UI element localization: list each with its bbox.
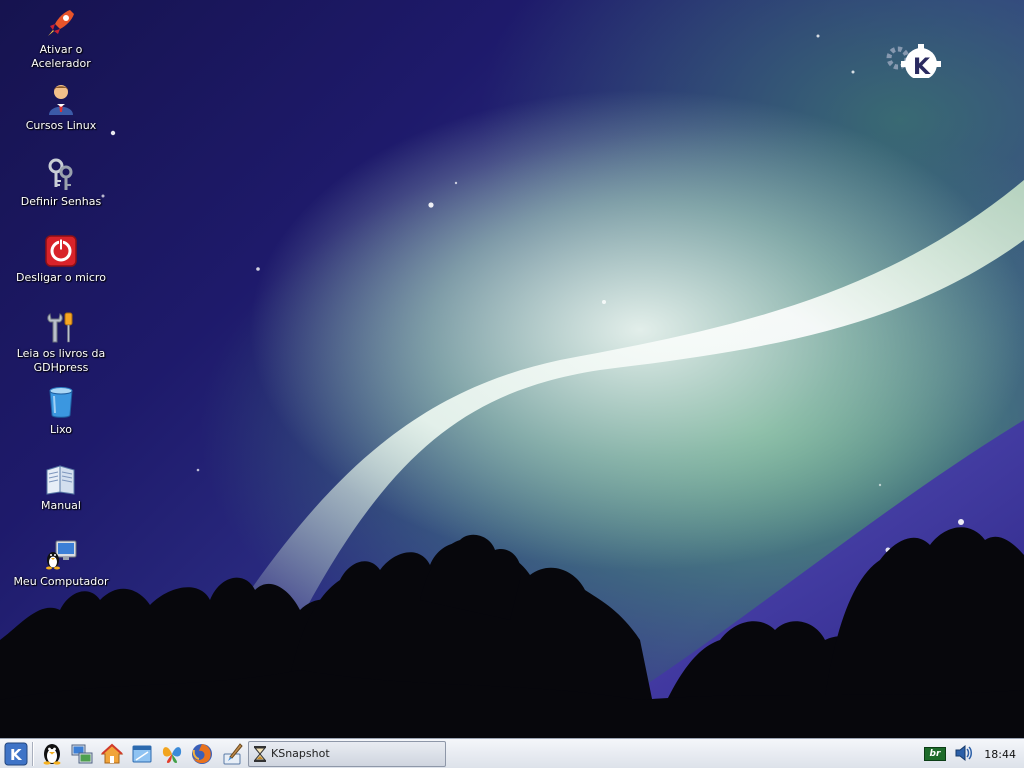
tools-icon bbox=[44, 310, 78, 344]
desktop-icon-label: Meu Computador bbox=[13, 575, 109, 588]
book-icon bbox=[44, 462, 78, 496]
keys-icon bbox=[44, 158, 78, 192]
svg-text:K: K bbox=[913, 55, 931, 78]
desktop-icon-meu-computador[interactable]: Meu Computador bbox=[9, 538, 113, 589]
butterfly-icon bbox=[162, 746, 182, 763]
launcher-home[interactable] bbox=[98, 740, 126, 768]
window-icon bbox=[132, 745, 152, 762]
power-icon bbox=[44, 234, 78, 268]
trash-icon bbox=[44, 386, 78, 420]
desktop-icon-label: Leia os livros da GDHpress bbox=[16, 347, 106, 374]
launcher-window[interactable] bbox=[128, 740, 156, 768]
rocket-icon bbox=[44, 6, 78, 40]
paint-icon bbox=[223, 742, 243, 764]
launcher-network[interactable] bbox=[68, 740, 96, 768]
desktop-icon-acelerador[interactable]: Ativar o Acelerador bbox=[9, 6, 113, 71]
hourglass-icon bbox=[253, 745, 267, 762]
desktop-icon-label: Cursos Linux bbox=[25, 119, 97, 132]
kde-menu-button[interactable]: K bbox=[2, 740, 30, 768]
taskbar: K KSnapshot br 18:44 bbox=[0, 738, 1024, 768]
desktop-icon-label: Definir Senhas bbox=[20, 195, 102, 208]
launcher-butterfly[interactable] bbox=[158, 740, 186, 768]
taskbar-separator bbox=[32, 741, 34, 766]
computer-icon bbox=[44, 538, 78, 572]
desktop-icon-desligar[interactable]: Desligar o micro bbox=[9, 234, 113, 285]
wallpaper-art bbox=[0, 34, 1024, 738]
task-label: KSnapshot bbox=[271, 747, 330, 760]
keyboard-layout-indicator[interactable]: br bbox=[924, 747, 946, 761]
tux-icon bbox=[43, 743, 61, 765]
home-icon bbox=[100, 743, 124, 763]
desktop-icon-gdhpress[interactable]: Leia os livros da GDHpress bbox=[9, 310, 113, 375]
desktop-icon-manual[interactable]: Manual bbox=[9, 462, 113, 513]
desktop-icon-definir-senhas[interactable]: Definir Senhas bbox=[9, 158, 113, 209]
launcher-paint[interactable] bbox=[218, 740, 246, 768]
clock[interactable]: 18:44 bbox=[982, 748, 1016, 761]
desktop-icon-label: Desligar o micro bbox=[16, 271, 106, 284]
user-tie-icon bbox=[44, 82, 78, 116]
desktop-icon-lixo[interactable]: Lixo bbox=[9, 386, 113, 437]
svg-text:K: K bbox=[10, 746, 23, 764]
launcher-tux[interactable] bbox=[38, 740, 66, 768]
kde-menu-icon: K bbox=[4, 742, 28, 765]
firefox-icon bbox=[192, 743, 212, 764]
desktop-icon-label: Ativar o Acelerador bbox=[31, 43, 91, 70]
network-icon bbox=[71, 744, 93, 763]
desktop-wallpaper bbox=[0, 0, 1024, 738]
taskbar-task-ksnapshot[interactable]: KSnapshot bbox=[248, 740, 446, 767]
desktop-icon-label: Manual bbox=[41, 499, 81, 512]
launcher-firefox[interactable] bbox=[188, 740, 216, 768]
kde-logo-icon: K bbox=[880, 16, 942, 80]
speaker-icon[interactable] bbox=[954, 743, 974, 766]
system-tray: br 18:44 bbox=[920, 739, 1024, 768]
desktop-icon-cursos-linux[interactable]: Cursos Linux bbox=[9, 82, 113, 133]
desktop-icon-label: Lixo bbox=[49, 423, 73, 436]
